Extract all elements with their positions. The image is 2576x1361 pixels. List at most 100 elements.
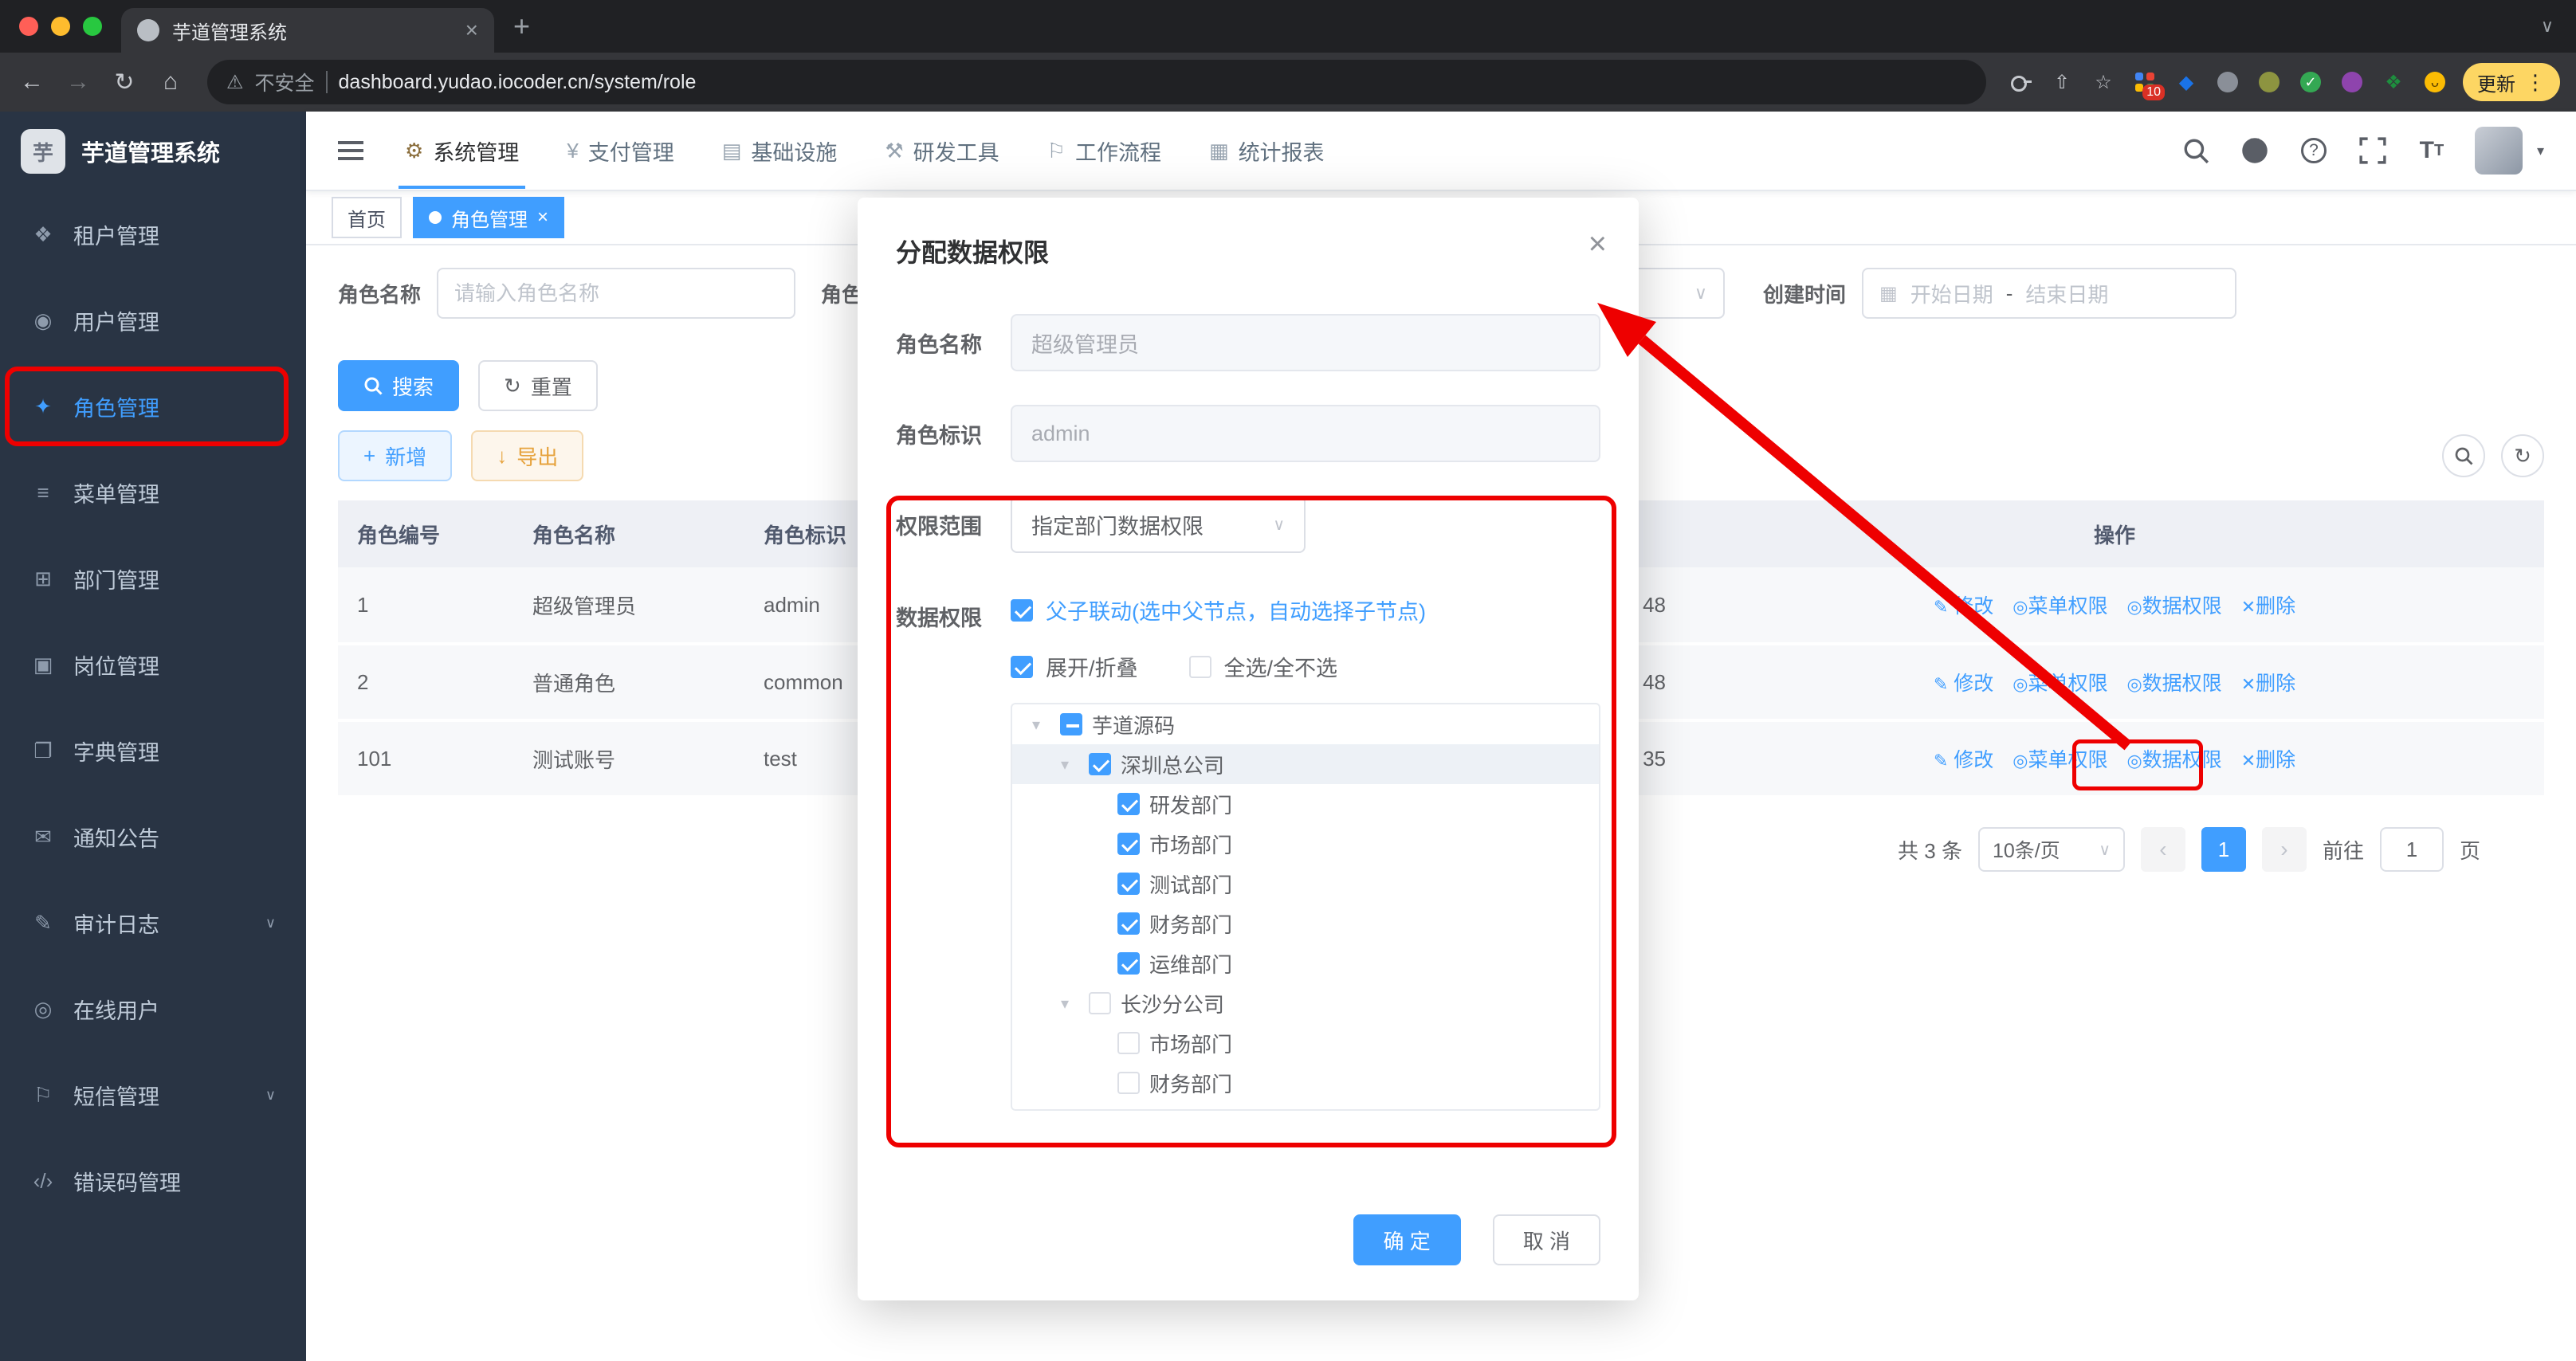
- bookmark-star-icon[interactable]: ☆: [2090, 69, 2117, 96]
- checkbox-unchecked[interactable]: [1117, 1032, 1140, 1054]
- checkbox-checked[interactable]: [1117, 793, 1140, 815]
- menu-kebab-icon[interactable]: ⋮: [2525, 70, 2546, 95]
- collapse-sidebar-icon[interactable]: [338, 141, 363, 160]
- font-size-icon[interactable]: TT: [2416, 135, 2448, 167]
- prev-page-button[interactable]: ‹: [2140, 827, 2185, 872]
- fullscreen-icon[interactable]: [2357, 135, 2389, 167]
- export-button[interactable]: ↓ 导出: [471, 430, 584, 481]
- avatar-caret-icon[interactable]: ▾: [2537, 143, 2544, 159]
- checkbox-checked[interactable]: [1089, 753, 1111, 775]
- sidebar-item-tenant[interactable]: ❖ 租户管理: [0, 191, 306, 277]
- tab-workflow[interactable]: ⚐ 工作流程: [1041, 113, 1168, 189]
- caret-down-icon[interactable]: ▾: [1022, 715, 1050, 735]
- edit-link[interactable]: ✎ 修改: [1934, 673, 1993, 695]
- sidebar-item-dict[interactable]: ❐ 字典管理: [0, 708, 306, 794]
- tab-pay[interactable]: ¥ 支付管理: [560, 113, 680, 189]
- caret-down-icon[interactable]: ▾: [1050, 994, 1079, 1014]
- tab-system[interactable]: ⚙ 系统管理: [399, 113, 526, 189]
- data-perm-link[interactable]: ◎数据权限: [2126, 595, 2221, 618]
- add-button[interactable]: + 新增: [338, 430, 453, 481]
- delete-link[interactable]: ✕删除: [2241, 749, 2295, 771]
- tree-node[interactable]: ▾ 深圳总公司: [1012, 744, 1599, 784]
- page-number-button[interactable]: 1: [2201, 827, 2246, 872]
- data-perm-link[interactable]: ◎数据权限: [2126, 673, 2221, 695]
- tab-infra[interactable]: ▤ 基础设施: [716, 113, 844, 189]
- page-size-select[interactable]: 10条/页 ∨: [1977, 827, 2125, 872]
- olive-extension-icon[interactable]: [2256, 69, 2283, 96]
- scope-select[interactable]: 指定部门数据权限 ∨: [1011, 496, 1306, 553]
- sidebar-item-dept[interactable]: ⊞ 部门管理: [0, 535, 306, 622]
- sidebar-item-post[interactable]: ▣ 岗位管理: [0, 622, 306, 708]
- address-bar[interactable]: ⚠ 不安全 dashboard.yudao.iocoder.cn/system/…: [207, 60, 1986, 104]
- dialog-close-icon[interactable]: ×: [1588, 226, 1607, 262]
- sidebar-item-menu[interactable]: ≡ 菜单管理: [0, 449, 306, 535]
- extension-grid-icon[interactable]: 10: [2131, 69, 2165, 100]
- help-icon[interactable]: ?: [2298, 135, 2330, 167]
- back-icon[interactable]: ←: [16, 69, 48, 96]
- tree-node[interactable]: ▸ 市场部门: [1012, 1023, 1599, 1063]
- password-key-icon[interactable]: [2008, 69, 2033, 95]
- menu-perm-link[interactable]: ◎菜单权限: [2012, 595, 2107, 618]
- home-icon[interactable]: ⌂: [155, 69, 187, 96]
- sidebar-item-audit-log[interactable]: ✎ 审计日志 ∨: [0, 880, 306, 966]
- tag-close-icon[interactable]: ×: [537, 206, 548, 229]
- tree-node[interactable]: ▾ 芋道源码: [1012, 704, 1599, 744]
- checkbox-checked[interactable]: [1117, 912, 1140, 935]
- browser-tab[interactable]: 芋道管理系统 ×: [121, 8, 494, 53]
- tag-role-manage[interactable]: 角色管理 ×: [413, 197, 565, 238]
- puzzle-extension-icon[interactable]: ❖: [2380, 69, 2407, 96]
- sidebar-item-role[interactable]: ✦ 角色管理: [0, 363, 306, 449]
- toggle-search-icon[interactable]: [2442, 434, 2485, 477]
- tab-devtool[interactable]: ⚒ 研发工具: [878, 113, 1005, 189]
- goto-page-input[interactable]: [2379, 827, 2444, 872]
- tab-report[interactable]: ▦ 统计报表: [1203, 113, 1331, 189]
- role-name-input[interactable]: [437, 268, 796, 319]
- tab-close-icon[interactable]: ×: [465, 18, 478, 43]
- forward-icon[interactable]: →: [62, 69, 94, 96]
- window-minimize-button[interactable]: [51, 17, 70, 36]
- tree-node[interactable]: ▸ 财务部门: [1012, 904, 1599, 943]
- chrome-update-button[interactable]: 更新 ⋮: [2463, 63, 2560, 101]
- select-all-checkbox[interactable]: [1188, 655, 1211, 678]
- sidebar-item-user[interactable]: ◉ 用户管理: [0, 277, 306, 363]
- gray-extension-icon[interactable]: [2214, 69, 2241, 96]
- checkbox-checked[interactable]: [1117, 833, 1140, 855]
- sidebar-item-online-user[interactable]: ◎ 在线用户: [0, 966, 306, 1052]
- edit-link[interactable]: ✎ 修改: [1934, 595, 1993, 618]
- tab-search-icon[interactable]: ∨: [2519, 16, 2576, 37]
- tree-node[interactable]: ▸ 测试部门: [1012, 864, 1599, 904]
- expand-collapse-checkbox[interactable]: [1011, 655, 1033, 678]
- new-tab-button[interactable]: +: [494, 10, 549, 43]
- create-time-range-picker[interactable]: ▦ 开始日期 - 结束日期: [1862, 268, 2237, 319]
- purple-extension-icon[interactable]: [2338, 69, 2366, 96]
- tag-home[interactable]: 首页: [332, 197, 402, 238]
- confirm-button[interactable]: 确 定: [1353, 1214, 1461, 1265]
- edit-link[interactable]: ✎ 修改: [1934, 749, 1993, 771]
- refresh-table-icon[interactable]: ↻: [2501, 434, 2544, 477]
- cancel-button[interactable]: 取 消: [1492, 1214, 1600, 1265]
- tree-node[interactable]: ▸ 财务部门: [1012, 1063, 1599, 1103]
- checkbox-unchecked[interactable]: [1117, 1072, 1140, 1094]
- checkbox-unchecked[interactable]: [1089, 992, 1111, 1014]
- checkbox-indeterminate[interactable]: [1060, 713, 1082, 735]
- shield-extension-icon[interactable]: ◆: [2173, 69, 2200, 96]
- smiley-extension-icon[interactable]: ᴗ: [2421, 69, 2448, 96]
- delete-link[interactable]: ✕删除: [2241, 595, 2295, 618]
- menu-perm-link[interactable]: ◎菜单权限: [2012, 749, 2107, 771]
- tree-node[interactable]: ▸ 研发部门: [1012, 784, 1599, 824]
- check-extension-icon[interactable]: ✓: [2297, 69, 2324, 96]
- search-icon[interactable]: [2180, 135, 2212, 167]
- search-button[interactable]: 搜索: [338, 360, 460, 411]
- user-avatar[interactable]: [2474, 127, 2523, 175]
- checkbox-checked[interactable]: [1117, 873, 1140, 895]
- linkage-checkbox[interactable]: [1011, 598, 1033, 622]
- window-zoom-button[interactable]: [83, 17, 102, 36]
- sidebar-item-notice[interactable]: ✉ 通知公告: [0, 794, 306, 880]
- checkbox-checked[interactable]: [1117, 952, 1140, 975]
- delete-link[interactable]: ✕删除: [2241, 673, 2295, 695]
- tree-node[interactable]: ▸ 运维部门: [1012, 943, 1599, 983]
- caret-down-icon[interactable]: ▾: [1050, 755, 1079, 775]
- window-close-button[interactable]: [19, 17, 38, 36]
- tree-node[interactable]: ▸ 市场部门: [1012, 824, 1599, 864]
- github-icon[interactable]: [2239, 135, 2271, 167]
